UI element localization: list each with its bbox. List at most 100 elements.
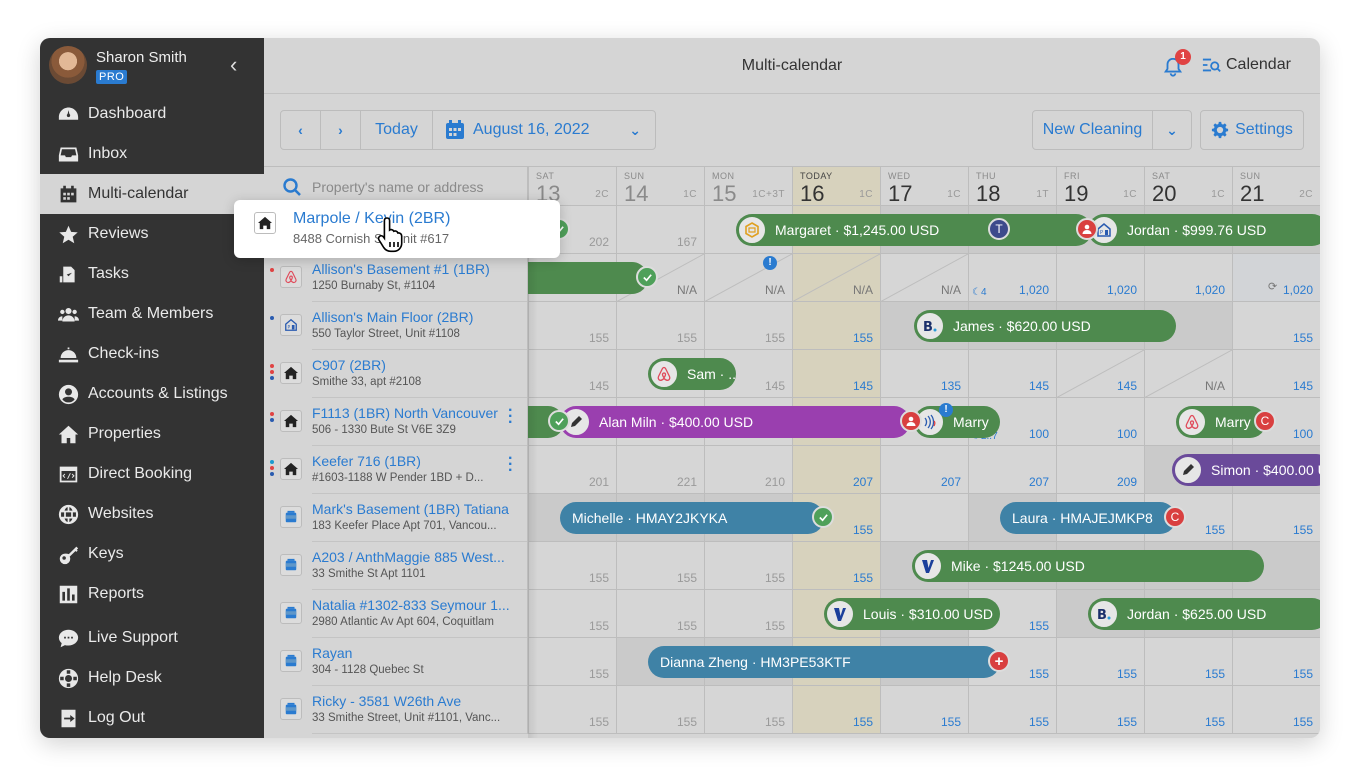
more-options-icon[interactable]: · · · bbox=[508, 403, 513, 431]
calendar-cell[interactable]: 155 bbox=[792, 302, 880, 350]
prev-button[interactable]: ‹ bbox=[281, 111, 321, 149]
guest-icon[interactable] bbox=[1076, 218, 1098, 240]
day-header[interactable]: TODAY 16 1C bbox=[792, 166, 880, 206]
calendar-cell[interactable]: 155 bbox=[792, 542, 880, 590]
reservation-bar[interactable]: Alan Miln · $400.00 USD bbox=[560, 406, 910, 438]
day-header[interactable]: THU 18 1T bbox=[968, 166, 1056, 206]
calendar-cell[interactable]: N/A bbox=[792, 254, 880, 302]
calendar-cell[interactable]: 155 bbox=[528, 542, 616, 590]
settings-button[interactable]: Settings bbox=[1201, 111, 1303, 149]
calendar-cell[interactable]: 145 bbox=[1056, 350, 1144, 398]
reservation-bar[interactable] bbox=[528, 262, 648, 294]
sidebar-item-help-desk[interactable]: Help Desk bbox=[40, 658, 264, 698]
calendar-cell[interactable]: 155 bbox=[880, 686, 968, 734]
sidebar-item-keys[interactable]: Keys bbox=[40, 534, 264, 574]
calendar-cell[interactable]: 207 bbox=[880, 446, 968, 494]
calendar-cell[interactable]: 155 bbox=[704, 542, 792, 590]
guest-icon[interactable] bbox=[900, 410, 922, 432]
calendar-cell[interactable]: N/A bbox=[880, 254, 968, 302]
calendar-cell[interactable]: 155 bbox=[704, 302, 792, 350]
sidebar-item-accounts-listings[interactable]: Accounts & Listings bbox=[40, 374, 264, 414]
calendar-cell[interactable]: 201 bbox=[528, 446, 616, 494]
sidebar-item-direct-booking[interactable]: Direct Booking bbox=[40, 454, 264, 494]
calendar-cell[interactable]: 155 bbox=[616, 302, 704, 350]
reservation-bar[interactable]: P Jordan · $999.76 USD bbox=[1088, 214, 1320, 246]
calendar-cell[interactable]: 1,020 bbox=[1056, 254, 1144, 302]
calendar-cell[interactable]: 145 bbox=[1232, 350, 1320, 398]
calendar-cell[interactable]: 155 bbox=[1144, 686, 1232, 734]
property-name[interactable]: Keefer 716 (1BR) bbox=[312, 453, 421, 469]
team-member-badge[interactable]: T bbox=[988, 218, 1010, 240]
new-cleaning-button[interactable]: New Cleaning bbox=[1033, 111, 1153, 149]
add-icon[interactable]: + bbox=[988, 650, 1010, 672]
property-name[interactable]: Natalia #1302-833 Seymour 1... bbox=[312, 597, 510, 613]
calendar-cell[interactable]: 145 bbox=[792, 350, 880, 398]
sidebar-item-tasks[interactable]: Tasks bbox=[40, 254, 264, 294]
calendar-cell[interactable]: 155 bbox=[616, 542, 704, 590]
property-name[interactable]: Allison's Main Floor (2BR) bbox=[312, 309, 473, 325]
calendar-cell[interactable]: 155 bbox=[1232, 302, 1320, 350]
property-name[interactable]: F1113 (1BR) North Vancouver bbox=[312, 405, 498, 421]
reservation-bar[interactable]: Louis · $310.00 USD bbox=[824, 598, 1000, 630]
calendar-cell[interactable]: 155 bbox=[528, 590, 616, 638]
sidebar-item-live-support[interactable]: Live Support bbox=[40, 618, 264, 658]
sidebar-item-inbox[interactable]: Inbox bbox=[40, 134, 264, 174]
day-header[interactable]: MON 15 1C+3T bbox=[704, 166, 792, 206]
day-header[interactable]: SUN 14 1C bbox=[616, 166, 704, 206]
calendar-cell[interactable]: 155 bbox=[1056, 686, 1144, 734]
calendar-cell[interactable]: 155 bbox=[704, 590, 792, 638]
reservation-bar[interactable]: Michelle · HMAY2JKYKA bbox=[560, 502, 824, 534]
sidebar-item-multi-calendar[interactable]: Multi-calendar bbox=[40, 174, 264, 214]
new-cleaning-dropdown[interactable]: ⌄ bbox=[1153, 111, 1191, 149]
sidebar-item-dashboard[interactable]: Dashboard bbox=[40, 94, 264, 134]
calendar-cell[interactable]: 210 bbox=[704, 446, 792, 494]
calendar-cell[interactable]: 135 bbox=[880, 350, 968, 398]
day-header[interactable]: SUN 21 2C bbox=[1232, 166, 1320, 206]
property-name[interactable]: A203 / AnthMaggie 885 West... bbox=[312, 549, 505, 565]
user-profile[interactable]: Sharon Smith PRO ‹ bbox=[40, 38, 264, 96]
checked-in-icon[interactable] bbox=[548, 410, 570, 432]
alert-icon[interactable]: ! bbox=[939, 403, 953, 417]
sidebar-item-log-out[interactable]: Log Out bbox=[40, 698, 264, 738]
checked-in-icon[interactable] bbox=[636, 266, 658, 288]
property-name[interactable]: Marpole / Kevin (2BR) bbox=[293, 210, 450, 228]
sidebar-item-reports[interactable]: Reports bbox=[40, 574, 264, 614]
property-name[interactable]: C907 (2BR) bbox=[312, 357, 386, 373]
sidebar-item-reviews[interactable]: Reviews bbox=[40, 214, 264, 254]
reservation-bar[interactable]: Dianna Zheng · HM3PE53KTF bbox=[648, 646, 1000, 678]
reservation-bar[interactable]: B Jordan · $625.00 USD bbox=[1088, 598, 1320, 630]
reservation-bar[interactable]: Marry bbox=[914, 406, 1000, 438]
reservation-bar[interactable]: Laura · HMAJEJMKP8 bbox=[1000, 502, 1176, 534]
calendar-cell[interactable]: 155 bbox=[704, 686, 792, 734]
checked-in-icon[interactable] bbox=[812, 506, 834, 528]
calendar-cell[interactable]: N/A bbox=[704, 254, 792, 302]
reservation-bar[interactable]: Marry bbox=[1176, 406, 1266, 438]
calendar-cell[interactable]: 155 bbox=[1232, 494, 1320, 542]
day-header[interactable]: SAT 20 1C bbox=[1144, 166, 1232, 206]
calendar-cell[interactable]: 155 bbox=[1144, 638, 1232, 686]
calendar-cell[interactable]: 155 bbox=[528, 302, 616, 350]
calendar-cell[interactable]: 167 bbox=[616, 206, 704, 254]
cancelled-badge[interactable]: C bbox=[1254, 410, 1276, 432]
sidebar-item-check-ins[interactable]: Check-ins bbox=[40, 334, 264, 374]
calendar-cell[interactable]: 155 bbox=[528, 686, 616, 734]
reservation-bar[interactable]: B James · $620.00 USD bbox=[914, 310, 1176, 342]
calendar-cell[interactable]: N/A bbox=[1144, 350, 1232, 398]
calendar-cell[interactable]: 155 bbox=[1056, 638, 1144, 686]
calendar-cell[interactable]: 207 bbox=[792, 446, 880, 494]
calendar-cell[interactable]: 100 bbox=[1056, 398, 1144, 446]
reservation-bar[interactable]: Mike · $1245.00 USD bbox=[912, 550, 1264, 582]
next-button[interactable]: › bbox=[321, 111, 361, 149]
alert-icon[interactable]: ! bbox=[763, 256, 777, 270]
calendar-cell[interactable]: 1,020 bbox=[1144, 254, 1232, 302]
calendar-cell[interactable] bbox=[880, 494, 968, 542]
calendar-cell[interactable]: 155 bbox=[1232, 686, 1320, 734]
calendar-cell[interactable]: 155 bbox=[792, 686, 880, 734]
calendar-cell[interactable]: 209 bbox=[1056, 446, 1144, 494]
day-header[interactable]: FRI 19 1C bbox=[1056, 166, 1144, 206]
property-name[interactable]: Allison's Basement #1 (1BR) bbox=[312, 261, 490, 277]
calendar-cell[interactable]: 221 bbox=[616, 446, 704, 494]
reservation-bar[interactable]: Simon · $400.00 USD bbox=[1172, 454, 1320, 486]
property-name[interactable]: Mark's Basement (1BR) Tatiana bbox=[312, 501, 509, 517]
more-options-icon[interactable]: · · · bbox=[508, 451, 513, 479]
